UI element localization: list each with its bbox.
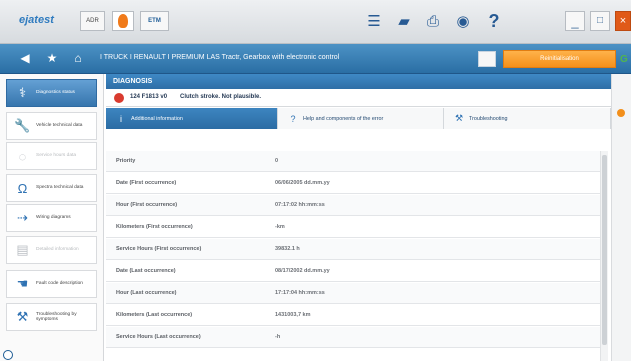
wrench-icon: 🔧 — [14, 118, 31, 133]
navigation-bar: ◀ ★ ⌂ I TRUCK I RENAULT I PREMIUM LAS Tr… — [0, 44, 631, 74]
sidebar: ⚕ Diagnostics status 🔧 Vehicle technical… — [0, 74, 104, 361]
table-row: Service Hours (Last occurrence) -h — [106, 327, 606, 348]
table-cell-value: 06/06/2005 dd.mm.yy — [275, 180, 330, 186]
sidebar-item-service-hours-data: ◌ Service hours data — [6, 142, 97, 170]
tab-label: Help and components of the error — [303, 115, 384, 122]
breadcrumb: I TRUCK I RENAULT I PREMIUM LAS Tractr, … — [100, 54, 340, 61]
table-cell-value: 07:17:02 hh:mm:ss — [275, 202, 325, 208]
sidebar-item-label: Wiring diagrams — [36, 215, 71, 221]
table-cell-label: Date (First occurrence) — [116, 180, 177, 186]
table-cell-label: Hour (Last occurrence) — [116, 290, 177, 296]
tab-troubleshooting[interactable]: ⚒ Troubleshooting — [444, 108, 611, 129]
table-cell-label: Date (Last occurrence) — [116, 268, 176, 274]
disabled-icon: ◌ — [18, 148, 27, 164]
camera-icon[interactable]: ◉ — [454, 13, 472, 29]
sidebar-item-label: Spectra technical data — [36, 185, 84, 191]
stethoscope-icon: ⚕ — [18, 85, 27, 100]
table-row: Kilometers (First occurrence) -km — [106, 217, 606, 238]
table-cell-value: -km — [275, 224, 285, 230]
table-row: Service Hours (First occurrence) 39832.1… — [106, 239, 606, 260]
hand-pointer-icon: ☚ — [16, 276, 29, 291]
book-icon[interactable]: ▰ — [395, 13, 413, 29]
table-cell-label: Service Hours (First occurrence) — [116, 246, 202, 252]
omega-icon: Ω — [17, 180, 28, 196]
table-cell-label: Hour (First occurrence) — [116, 202, 178, 208]
sidebar-item-fault-code-description[interactable]: ☚ Fault code description — [6, 270, 97, 298]
tab-help-and-components[interactable]: ? Help and components of the error — [278, 108, 444, 129]
small-action-button[interactable] — [478, 51, 496, 67]
table-row: Kilometers (Last occurrence) 1431003,7 k… — [106, 305, 606, 326]
table-cell-label: Service Hours (Last occurrence) — [116, 334, 201, 340]
tab-label: Troubleshooting — [469, 115, 508, 122]
minimize-button[interactable]: _ — [565, 11, 585, 31]
tab-label: Additional information — [131, 115, 183, 122]
tools-icon: ⚒ — [16, 309, 29, 324]
back-icon[interactable]: ◀ — [18, 51, 32, 65]
etm-button[interactable]: ETM — [140, 11, 169, 31]
table-row: Date (First occurrence) 06/06/2005 dd.mm… — [106, 173, 606, 194]
sidebar-item-label: Fault code description — [36, 281, 83, 287]
information-table: Priority 0 Date (First occurrence) 06/06… — [106, 151, 606, 361]
wiring-icon: ⇢ — [17, 210, 28, 225]
info-icon: i — [120, 113, 122, 124]
table-cell-label: Priority — [116, 158, 136, 164]
table-cell-label: Kilometers (Last occurrence) — [116, 312, 193, 318]
sidebar-item-label: Service hours data — [36, 153, 76, 159]
alert-icon — [114, 93, 124, 103]
adr-button[interactable]: ADR — [80, 11, 105, 31]
sidebar-item-troubleshooting-by-symptoms[interactable]: ⚒ Troubleshooting by symptoms — [6, 303, 97, 331]
status-letter: G — [620, 54, 628, 65]
table-cell-value: 39832.1 h — [275, 246, 300, 252]
sidebar-item-detailed-information: ▤ Detailed information — [6, 236, 97, 264]
fault-code: 124 F1813 v0 — [130, 94, 168, 100]
table-row: Priority 0 — [106, 151, 606, 172]
fire-button[interactable] — [112, 11, 134, 31]
fault-description: Clutch stroke. Not plausible. — [180, 94, 262, 100]
sidebar-item-label: Troubleshooting by symptoms — [36, 311, 77, 323]
table-cell-value: -h — [275, 334, 281, 340]
maximize-button[interactable]: □ — [590, 11, 610, 31]
diagnosis-header: DIAGNOSIS — [106, 74, 611, 89]
sidebar-item-label: Detailed information — [36, 247, 79, 253]
sidebar-item-diagnostics[interactable]: ⚕ Diagnostics status — [6, 79, 97, 107]
table-cell-value: 17:17:04 hh:mm:ss — [275, 290, 325, 296]
sidebar-item-spectra-technical-data[interactable]: Ω Spectra technical data — [6, 174, 97, 202]
table-row: Date (Last occurrence) 08/17/2002 dd.mm.… — [106, 261, 606, 282]
table-row: Hour (Last occurrence) 17:17:04 hh:mm:ss — [106, 283, 606, 304]
sidebar-item-label: Diagnostics status — [36, 90, 75, 96]
orange-indicator-icon — [617, 109, 625, 117]
table-cell-value: 0 — [275, 158, 279, 164]
sidebar-item-vehicle-technical-data[interactable]: 🔧 Vehicle technical data — [6, 112, 97, 140]
question-icon: ? — [290, 113, 296, 124]
home-icon[interactable]: ⌂ — [71, 51, 85, 65]
tab-additional-information[interactable]: i Additional information — [106, 108, 278, 129]
table-cell-value: 08/17/2002 dd.mm.yy — [275, 268, 330, 274]
star-icon[interactable]: ★ — [45, 51, 59, 65]
close-button[interactable]: × — [615, 11, 631, 31]
table-cell-value: 1431003,7 km — [275, 312, 311, 318]
help-icon[interactable]: ? — [485, 12, 503, 30]
table-cell-label: Kilometers (First occurrence) — [116, 224, 193, 230]
scrollbar-thumb[interactable] — [602, 155, 607, 345]
table-row: Hour (First occurrence) 07:17:02 hh:mm:s… — [106, 195, 606, 216]
reinitialisation-button[interactable]: Reinitialisation — [503, 50, 616, 68]
sidebar-item-label: Vehicle technical data — [36, 123, 83, 129]
list-icon[interactable]: ☰ — [365, 13, 383, 29]
right-side-panel — [611, 74, 631, 361]
flame-icon — [118, 14, 128, 28]
sidebar-item-wiring-diagrams[interactable]: ⇢ Wiring diagrams — [6, 204, 97, 232]
circle-indicator-icon — [3, 350, 13, 360]
tab-bar: i Additional information ? Help and comp… — [106, 108, 611, 129]
vertical-scrollbar[interactable] — [600, 151, 608, 361]
fault-summary: 124 F1813 v0 Clutch stroke. Not plausibl… — [106, 89, 611, 107]
document-icon: ▤ — [16, 242, 29, 257]
app-logo: ejatest — [19, 14, 54, 26]
top-toolbar: ejatest ADR ETM ☰ ▰ ⎙ ◉ ? _ □ × — [0, 0, 631, 44]
tools-icon: ⚒ — [454, 113, 464, 123]
print-icon[interactable]: ⎙ — [424, 13, 442, 29]
